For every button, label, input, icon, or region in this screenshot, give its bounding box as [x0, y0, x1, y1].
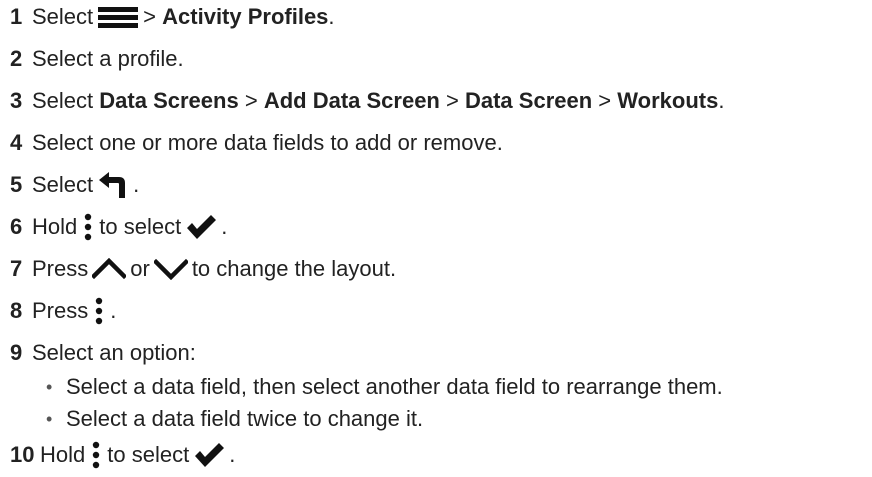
bullet-item: • Select a data field, then select anoth… [46, 372, 723, 402]
step-9: 9 Select an option: [10, 338, 196, 368]
step-text: Select a profile. [32, 46, 184, 71]
step-1: 1 Select > Activity Profiles . [10, 2, 335, 32]
step-number: 1 [10, 4, 23, 29]
step-3: 3 Select Data Screens > Add Data Screen … [10, 86, 724, 116]
step-number: 4 [10, 130, 23, 155]
step-4: 4 Select one or more data fields to add … [10, 128, 503, 158]
step-text: Select an option: [32, 340, 196, 365]
menu-icon [97, 5, 139, 29]
checkmark-icon [185, 214, 217, 240]
step-number: 7 [10, 256, 23, 281]
checkmark-icon [193, 442, 225, 468]
step-2: 2 Select a profile. [10, 44, 184, 74]
step-number: 6 [10, 214, 23, 239]
down-chevron-icon [153, 258, 188, 280]
back-icon [97, 171, 129, 199]
step-text: to select [107, 442, 190, 467]
menu-item-name: Activity Profiles [162, 4, 329, 29]
step-6: 6 Hold to select . [10, 212, 227, 242]
bullet-text: Select a data field twice to change it. [66, 406, 424, 431]
step-text: Hold [40, 442, 86, 467]
step-number: 9 [10, 340, 23, 365]
step-10: 10 Hold to select. [10, 440, 235, 470]
bullet-item: • Select a data field twice to change it… [46, 404, 423, 434]
step-number: 3 [10, 88, 23, 113]
menu-item-name: Workouts [617, 88, 719, 113]
bullet-text: Select a data field, then select another… [66, 374, 723, 399]
more-dots-icon [89, 441, 103, 469]
menu-item-name: Add Data Screen [263, 88, 440, 113]
separator: > [143, 4, 157, 29]
more-dots-icon [81, 213, 95, 241]
bullet-mark: • [46, 377, 53, 397]
bullet-mark: • [46, 409, 53, 429]
more-dots-icon [92, 297, 106, 325]
step-number: 8 [10, 298, 23, 323]
up-chevron-icon [92, 258, 127, 280]
step-number: 2 [10, 46, 23, 71]
step-5: 5 Select . [10, 170, 139, 200]
step-7: 7 Press or to change the layout. [10, 254, 396, 284]
menu-item-name: Data Screens [99, 88, 239, 113]
step-8: 8 Press . [10, 296, 116, 326]
step-number: 5 [10, 172, 23, 197]
instruction-steps: 1 Select > Activity Profiles . 2 Select … [0, 0, 872, 477]
step-number: 10 [10, 442, 35, 467]
step-text: Select [32, 4, 94, 29]
menu-item-name: Data Screen [464, 88, 593, 113]
step-text: Select one or more data fields to add or… [32, 130, 503, 155]
